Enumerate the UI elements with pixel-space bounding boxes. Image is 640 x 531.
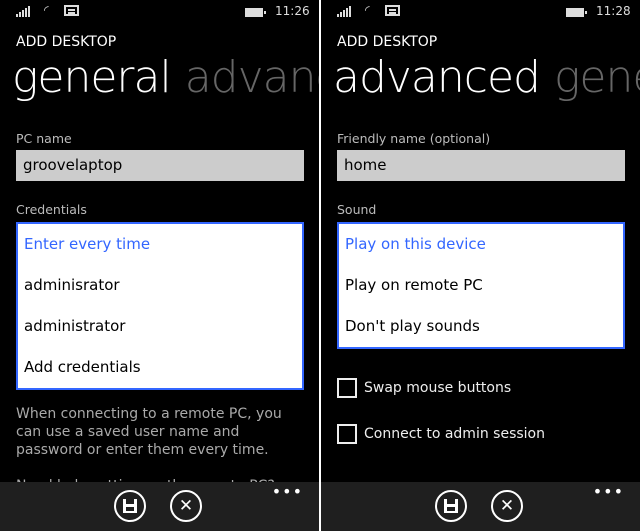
credentials-label: Credentials xyxy=(16,202,87,217)
signal-icon xyxy=(16,6,30,17)
help-description: When connecting to a remote PC, you can … xyxy=(16,406,282,458)
pivot-advanced[interactable]: advanced xyxy=(333,52,541,103)
friendly-name-label: Friendly name (optional) xyxy=(337,131,491,146)
advanced-screen: ◜ 11:28 ADD DESKTOP advanced general Frie… xyxy=(321,0,640,531)
sound-option[interactable]: Don't play sounds xyxy=(339,306,623,347)
swap-mouse-label: Swap mouse buttons xyxy=(364,380,512,396)
admin-session-label: Connect to admin session xyxy=(364,426,545,442)
close-icon: ✕ xyxy=(499,496,515,516)
app-bar: ✕ ••• xyxy=(321,482,640,531)
credentials-list[interactable]: Enter every time adminisrator administra… xyxy=(16,222,304,390)
admin-session-checkbox[interactable]: Connect to admin session xyxy=(337,424,545,444)
pivot-general[interactable]: general xyxy=(12,52,172,103)
signal-icon xyxy=(337,6,351,17)
app-title: ADD DESKTOP xyxy=(337,34,438,50)
credentials-option[interactable]: adminisrator xyxy=(18,265,302,306)
pivot-general[interactable]: general xyxy=(554,52,640,103)
app-bar: ✕ ••• xyxy=(0,482,319,531)
pc-name-label: PC name xyxy=(16,131,72,146)
pc-name-input[interactable]: groovelaptop xyxy=(16,150,304,181)
save-button[interactable] xyxy=(114,490,146,522)
sound-option[interactable]: Play on this device xyxy=(339,224,623,265)
sound-option[interactable]: Play on remote PC xyxy=(339,265,623,306)
credentials-option[interactable]: Add credentials xyxy=(18,347,302,388)
wifi-icon: ◜ xyxy=(365,3,370,17)
status-bar: ◜ 11:28 xyxy=(321,0,640,24)
app-title: ADD DESKTOP xyxy=(16,34,117,50)
more-button[interactable]: ••• xyxy=(272,482,303,501)
checkbox-box[interactable] xyxy=(337,424,357,444)
status-bar: ◜ 11:26 xyxy=(0,0,319,24)
friendly-name-input[interactable]: home xyxy=(337,150,625,181)
save-button[interactable] xyxy=(435,490,467,522)
more-button[interactable]: ••• xyxy=(593,482,624,501)
message-icon xyxy=(64,5,79,16)
general-screen: ◜ 11:26 ADD DESKTOP general advanced PC n… xyxy=(0,0,319,531)
pivot-header: general advanced xyxy=(12,52,319,103)
battery-icon xyxy=(245,8,266,17)
wifi-icon: ◜ xyxy=(44,3,49,17)
credentials-option[interactable]: administrator xyxy=(18,306,302,347)
battery-icon xyxy=(566,8,587,17)
pivot-header: advanced general xyxy=(333,52,640,103)
save-icon xyxy=(444,499,458,513)
clock: 11:26 xyxy=(275,4,310,18)
pivot-advanced[interactable]: advanced xyxy=(185,52,319,103)
cancel-button[interactable]: ✕ xyxy=(170,490,202,522)
close-icon: ✕ xyxy=(178,496,194,516)
credentials-option[interactable]: Enter every time xyxy=(18,224,302,265)
sound-label: Sound xyxy=(337,202,377,217)
cancel-button[interactable]: ✕ xyxy=(491,490,523,522)
sound-list[interactable]: Play on this device Play on remote PC Do… xyxy=(337,222,625,349)
checkbox-box[interactable] xyxy=(337,378,357,398)
swap-mouse-checkbox[interactable]: Swap mouse buttons xyxy=(337,378,511,398)
message-icon xyxy=(385,5,400,16)
clock: 11:28 xyxy=(596,4,631,18)
save-icon xyxy=(123,499,137,513)
